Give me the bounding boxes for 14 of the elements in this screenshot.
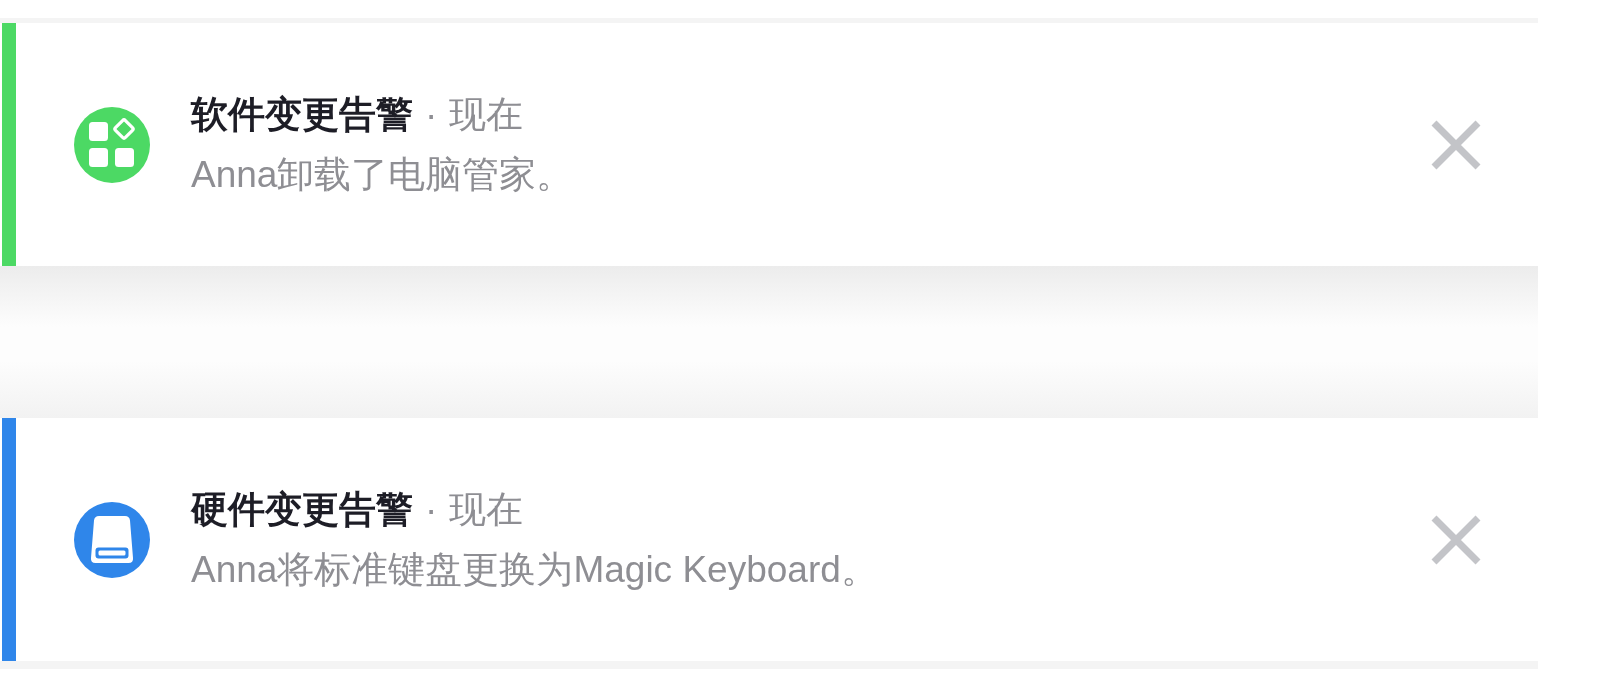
- close-icon: [1431, 514, 1481, 565]
- notification-time: 现在: [449, 487, 524, 532]
- close-button[interactable]: [1431, 514, 1481, 565]
- notification-title: 软件变更告警: [191, 92, 413, 137]
- separator-dot: ·: [425, 92, 438, 137]
- separator-dot: ·: [425, 487, 438, 532]
- close-icon: [1431, 119, 1481, 170]
- drive-icon: [74, 501, 150, 578]
- apps-icon: [74, 106, 150, 183]
- notification-time: 现在: [449, 92, 524, 137]
- notification-message: Anna将标准键盘更换为Magic Keyboard。: [191, 547, 879, 592]
- notification-message: Anna卸载了电脑管家。: [191, 152, 575, 197]
- close-button[interactable]: [1431, 119, 1481, 170]
- notification-title: 硬件变更告警: [191, 487, 413, 532]
